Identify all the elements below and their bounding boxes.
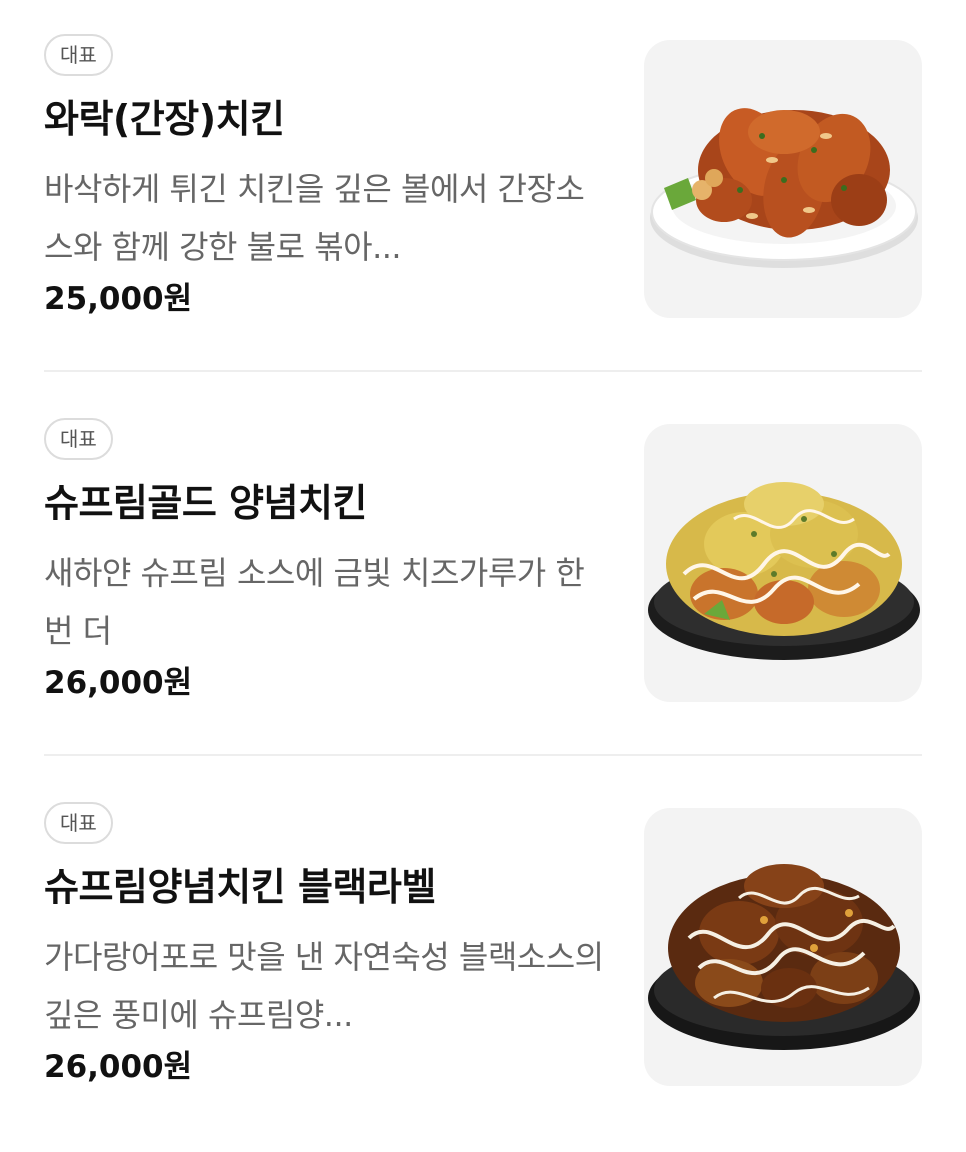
menu-item-name: 와락(간장)치킨	[44, 97, 285, 141]
menu-item-supreme-black-label-chicken[interactable]: 대표 슈프림양념치킨 블랙라벨 가다랑어포로 맛을 낸 자연숙성 블랙소스의 깊…	[0, 768, 966, 1152]
signature-badge: 대표	[44, 802, 113, 844]
soy-chicken-illustration	[650, 108, 918, 268]
soy-chicken-plate-icon[interactable]	[644, 40, 922, 318]
item-divider	[44, 754, 922, 756]
black-label-chicken-plate-icon[interactable]	[644, 808, 922, 1086]
menu-item-wharak-soy-chicken[interactable]: 대표 와락(간장)치킨 바삭하게 튀긴 치킨을 깊은 볼에서 간장소스와 함께 …	[0, 0, 966, 384]
supreme-gold-chicken-plate-icon[interactable]	[644, 424, 922, 702]
supreme-gold-chicken-illustration	[648, 482, 920, 660]
menu-item-name: 슈프림양념치킨 블랙라벨	[44, 865, 436, 909]
signature-badge: 대표	[44, 418, 113, 460]
menu-item-name: 슈프림골드 양념치킨	[44, 481, 367, 525]
menu-item-price: 25,000원	[44, 281, 193, 317]
menu-item-description: 가다랑어포로 맛을 낸 자연숙성 블랙소스의 깊은 풍미에 슈프림양...	[44, 938, 604, 1034]
menu-item-price: 26,000원	[44, 665, 193, 701]
menu-item-supreme-gold-chicken[interactable]: 대표 슈프림골드 양념치킨 새하얀 슈프림 소스에 금빛 치즈가루가 한 번 더…	[0, 384, 966, 768]
menu-item-description: 바삭하게 튀긴 치킨을 깊은 볼에서 간장소스와 함께 강한 불로 볶아...	[44, 170, 585, 266]
menu-list: 대표 와락(간장)치킨 바삭하게 튀긴 치킨을 깊은 볼에서 간장소스와 함께 …	[0, 0, 966, 1136]
menu-item-description: 새하얀 슈프림 소스에 금빛 치즈가루가 한 번 더	[44, 554, 585, 650]
menu-item-price: 26,000원	[44, 1049, 193, 1085]
black-label-chicken-illustration	[648, 864, 920, 1050]
item-divider	[44, 370, 922, 372]
signature-badge: 대표	[44, 34, 113, 76]
